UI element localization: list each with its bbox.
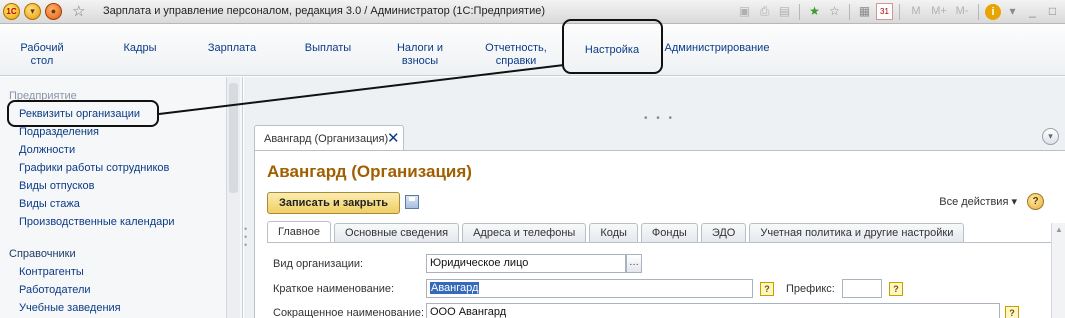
- org-details-callout-highlight: [7, 100, 159, 127]
- sections-panel: Рабочий стол Кадры Зарплата Выплаты Нало…: [0, 24, 1065, 76]
- calendar-icon[interactable]: 31: [876, 3, 893, 20]
- tab-accounting-policy[interactable]: Учетная политика и другие настройки: [749, 223, 965, 243]
- tab-funds[interactable]: Фонды: [640, 223, 698, 243]
- maximize-icon[interactable]: □: [1044, 3, 1061, 20]
- scroll-up-icon[interactable]: ▲: [1055, 225, 1063, 234]
- section-desktop[interactable]: Рабочий стол: [12, 42, 72, 68]
- form-tabs: Главное Основные сведения Адреса и телеф…: [267, 221, 967, 243]
- section-label: Выплаты: [304, 42, 352, 54]
- section-label: Отчетность,: [485, 42, 547, 54]
- nav-item-work-schedules[interactable]: Графики работы сотрудников: [19, 162, 169, 174]
- section-label: Рабочий: [20, 42, 64, 54]
- section-label: справки: [495, 55, 537, 67]
- settings-callout-highlight: [562, 19, 663, 74]
- tabs-baseline: [267, 242, 1052, 243]
- minimize-icon[interactable]: _: [1024, 3, 1041, 20]
- abbrev-name-label: Сокращенное наименование:: [273, 307, 425, 318]
- toolbar-separator: [899, 3, 900, 20]
- history-icon[interactable]: ☆: [826, 3, 843, 20]
- short-name-field[interactable]: Авангард: [426, 279, 753, 298]
- section-administration[interactable]: Администрирование: [662, 42, 772, 55]
- nav-item-counterparties[interactable]: Контрагенты: [19, 266, 84, 278]
- nav-scrollbar-thumb[interactable]: [229, 83, 238, 193]
- nav-item-vacation-types[interactable]: Виды отпусков: [19, 180, 95, 192]
- save-disk-icon[interactable]: [405, 195, 419, 209]
- all-actions-menu[interactable]: Все действия ▾: [939, 195, 1017, 208]
- favorites-add-icon[interactable]: ★: [806, 3, 823, 20]
- toolbar-separator: [978, 3, 979, 20]
- short-name-label: Краткое наименование:: [273, 283, 395, 295]
- section-taxes[interactable]: Налоги и взносы: [388, 42, 452, 68]
- toolbar-separator: [799, 3, 800, 20]
- nav-item-experience-types[interactable]: Виды стажа: [19, 198, 80, 210]
- vertical-splitter-grip[interactable]: • • •: [244, 225, 247, 250]
- nav-group-catalogs: Справочники: [9, 248, 76, 260]
- org-type-field[interactable]: Юридическое лицо: [426, 254, 626, 273]
- nav-item-production-calendars[interactable]: Производственные календари: [19, 216, 175, 228]
- collapse-panel-icon[interactable]: ▾: [1042, 128, 1059, 145]
- form-title: Авангард (Организация): [267, 162, 472, 181]
- section-label: Зарплата: [207, 42, 257, 54]
- print-icon[interactable]: ⎙: [756, 3, 773, 20]
- splitter-grip[interactable]: • • •: [644, 113, 675, 124]
- stop-icon[interactable]: ●: [45, 3, 62, 20]
- window-title: Зарплата и управление персоналом, редакц…: [103, 5, 546, 17]
- main-menu-icon[interactable]: ▾: [24, 3, 41, 20]
- section-label: Администрирование: [664, 42, 770, 54]
- work-area: • • • • • • ▾ Авангард (Организация) ✕ Ава…: [244, 77, 1065, 318]
- nav-item-departments[interactable]: Подразделения: [19, 126, 99, 138]
- section-reports[interactable]: Отчетность, справки: [478, 42, 554, 68]
- section-payments[interactable]: Выплаты: [296, 42, 360, 55]
- help-icon[interactable]: ?: [1027, 193, 1044, 210]
- open-window-tab-label: Авангард (Организация): [264, 133, 389, 145]
- favorites-star-icon[interactable]: ☆: [72, 3, 85, 20]
- memory-m-minus-button[interactable]: M-: [952, 3, 972, 20]
- section-salary[interactable]: Зарплата: [200, 42, 264, 55]
- organization-form: Авангард (Организация) Записать и закрыт…: [254, 150, 1065, 318]
- section-label: взносы: [401, 55, 439, 67]
- preview-icon[interactable]: ▤: [776, 3, 793, 20]
- prefix-help-icon[interactable]: ?: [889, 282, 903, 296]
- nav-item-positions[interactable]: Должности: [19, 144, 75, 156]
- window-titlebar: 1С ▾ ● ☆ Зарплата и управление персонало…: [0, 0, 1065, 24]
- memory-m-button[interactable]: M: [906, 3, 926, 20]
- short-name-value: Авангард: [430, 282, 480, 294]
- tab-main[interactable]: Главное: [267, 221, 332, 243]
- section-label: Налоги и: [396, 42, 444, 54]
- nav-item-employers[interactable]: Работодатели: [19, 284, 91, 296]
- calculator-icon[interactable]: ▦: [856, 3, 873, 20]
- prefix-field[interactable]: [842, 279, 882, 298]
- abbrev-name-help-icon[interactable]: ?: [1005, 306, 1019, 318]
- section-label: стол: [30, 55, 54, 67]
- short-name-help-icon[interactable]: ?: [760, 282, 774, 296]
- memory-m-plus-button[interactable]: M+: [929, 3, 949, 20]
- save-and-close-button[interactable]: Записать и закрыть: [267, 192, 400, 214]
- open-window-tab[interactable]: Авангард (Организация) ✕: [254, 125, 404, 150]
- app-logo-icon[interactable]: 1С: [3, 3, 20, 20]
- section-label: Кадры: [123, 42, 157, 54]
- tab-codes[interactable]: Коды: [589, 223, 638, 243]
- tab-basic-info[interactable]: Основные сведения: [334, 223, 460, 243]
- tab-addresses-phones[interactable]: Адреса и телефоны: [462, 223, 587, 243]
- abbrev-name-field[interactable]: ООО Авангард: [426, 303, 1000, 318]
- form-scrollbar[interactable]: ▲: [1051, 223, 1065, 318]
- close-tab-icon[interactable]: ✕: [387, 129, 400, 147]
- info-menu-chevron-icon[interactable]: ▾: [1004, 3, 1021, 20]
- section-hr[interactable]: Кадры: [110, 42, 170, 55]
- titlebar-right-toolbar: ▣ ⎙ ▤ ★ ☆ ▦ 31 M M+ M- i ▾ _ □: [736, 3, 1061, 20]
- save-disk-icon[interactable]: ▣: [736, 3, 753, 20]
- toolbar-separator: [849, 3, 850, 20]
- nav-scrollbar[interactable]: [226, 77, 240, 318]
- org-type-choose-button[interactable]: …: [626, 254, 642, 273]
- prefix-label: Префикс:: [786, 283, 835, 295]
- info-icon[interactable]: i: [985, 3, 1001, 20]
- org-type-label: Вид организации:: [273, 258, 364, 270]
- tab-edo[interactable]: ЭДО: [700, 223, 747, 243]
- titlebar-left-controls: 1С ▾ ● ☆: [3, 3, 85, 20]
- nav-item-educational-institutions[interactable]: Учебные заведения: [19, 302, 121, 314]
